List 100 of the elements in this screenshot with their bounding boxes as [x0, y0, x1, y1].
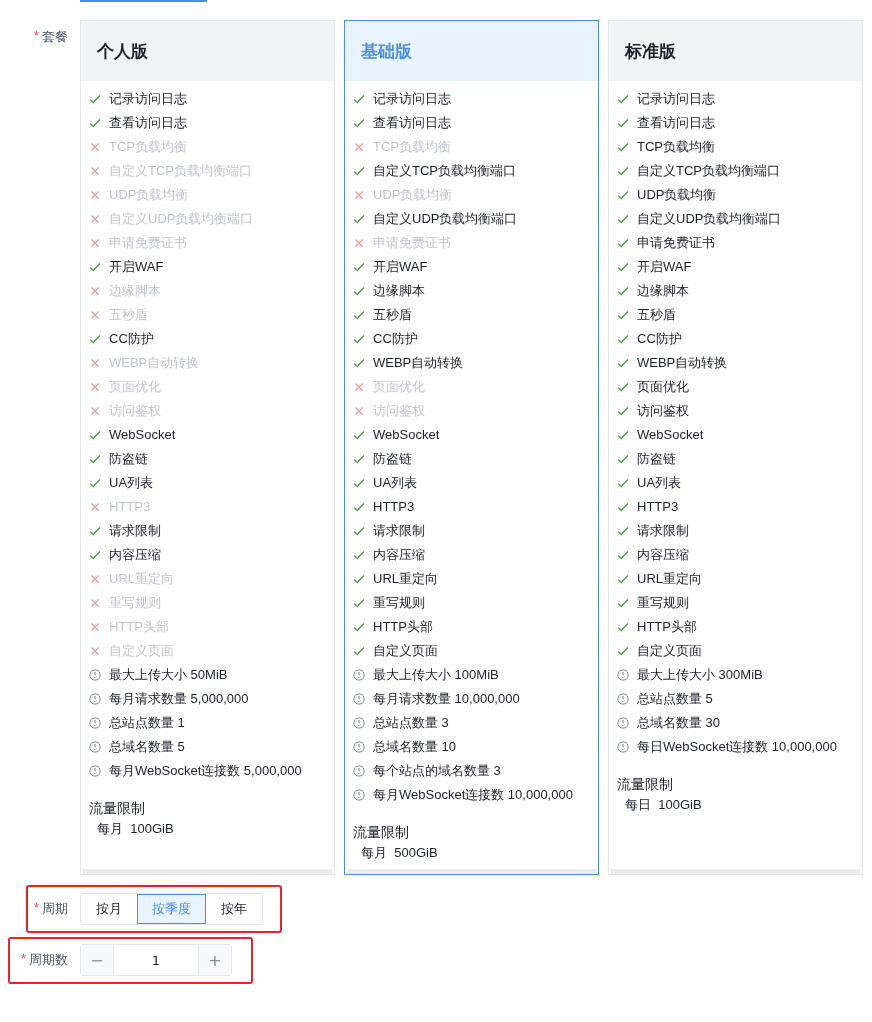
scrollbar[interactable] [347, 869, 596, 874]
feature-label: 自定义TCP负载均衡端口 [637, 162, 780, 180]
feature-label: 自定义TCP负载均衡端口 [373, 162, 516, 180]
feature-label: WEBP自动转换 [637, 354, 728, 372]
limit-label: 总站点数量 3 [373, 714, 449, 732]
feature-label: 内容压缩 [373, 546, 425, 564]
limit-label: 每月WebSocket连接数 5,000,000 [109, 762, 302, 780]
limit-label: 每月WebSocket连接数 10,000,000 [373, 786, 573, 804]
feature-label: WEBP自动转换 [109, 354, 200, 372]
check-icon [353, 453, 365, 465]
feature-label: 内容压缩 [637, 546, 689, 564]
scrollbar[interactable] [611, 869, 860, 874]
cross-icon [89, 597, 101, 609]
info-icon [353, 741, 365, 753]
feature-label: CC防护 [373, 330, 418, 348]
check-icon [353, 117, 365, 129]
required-mark: * [33, 900, 39, 917]
feature-label: UDP负载均衡 [373, 186, 453, 204]
limit-label: 最大上传大小 50MiB [109, 666, 228, 684]
feature-label: 边缘脚本 [373, 282, 425, 300]
check-icon [617, 501, 629, 513]
info-icon [89, 693, 101, 705]
cross-icon [89, 645, 101, 657]
check-icon [617, 549, 629, 561]
feature-label: CC防护 [109, 330, 154, 348]
check-icon [617, 117, 629, 129]
traffic-title: 流量限制 [353, 823, 410, 842]
check-icon [353, 357, 365, 369]
feature-label: HTTP头部 [637, 618, 697, 636]
feature-label: 查看访问日志 [109, 114, 187, 132]
feature-label: UA列表 [109, 474, 154, 492]
check-icon [353, 93, 365, 105]
scrollbar[interactable] [83, 869, 332, 874]
cross-icon [89, 309, 101, 321]
check-icon [617, 213, 629, 225]
limit-label: 每月请求数量 5,000,000 [109, 690, 249, 708]
cross-icon [89, 189, 101, 201]
info-icon [89, 717, 101, 729]
check-icon [353, 597, 365, 609]
check-icon [617, 333, 629, 345]
plan-title: 标准版 [625, 40, 676, 63]
feature-label: WEBP自动转换 [373, 354, 464, 372]
check-icon [617, 165, 629, 177]
feature-label: UA列表 [373, 474, 418, 492]
check-icon [353, 549, 365, 561]
check-icon [353, 261, 365, 273]
check-icon [353, 285, 365, 297]
check-icon [89, 549, 101, 561]
limit-label: 总域名数量 5 [109, 738, 185, 756]
cross-icon [89, 405, 101, 417]
feature-label: TCP负载均衡 [637, 138, 715, 156]
feature-label: 五秒盾 [373, 306, 412, 324]
feature-label: 防盗链 [637, 450, 676, 468]
cross-icon [353, 141, 365, 153]
feature-label: WebSocket [373, 426, 440, 444]
feature-label: 五秒盾 [109, 306, 148, 324]
check-icon [617, 645, 629, 657]
check-icon [353, 477, 365, 489]
limit-label: 总站点数量 5 [637, 690, 713, 708]
plan-title: 基础版 [361, 40, 412, 63]
feature-label: HTTP3 [109, 498, 151, 516]
check-icon [617, 621, 629, 633]
feature-label: 页面优化 [373, 378, 425, 396]
feature-label: 请求限制 [109, 522, 161, 540]
feature-label: 请求限制 [637, 522, 689, 540]
check-icon [617, 381, 629, 393]
limit-label: 总域名数量 10 [373, 738, 457, 756]
feature-label: 开启WAF [373, 258, 428, 276]
limit-label: 每日WebSocket连接数 10,000,000 [637, 738, 837, 756]
feature-label: 页面优化 [109, 378, 161, 396]
check-icon [617, 93, 629, 105]
check-icon [89, 429, 101, 441]
limit-label: 总域名数量 30 [637, 714, 721, 732]
feature-label: TCP负载均衡 [373, 138, 451, 156]
feature-label: URL重定向 [109, 570, 174, 588]
check-icon [353, 501, 365, 513]
check-icon [353, 525, 365, 537]
cross-icon [89, 237, 101, 249]
check-icon [617, 405, 629, 417]
feature-label: UDP负载均衡 [637, 186, 717, 204]
info-icon [89, 741, 101, 753]
check-icon [89, 117, 101, 129]
count-input[interactable]: 1 [113, 945, 199, 975]
plan-card[interactable] [344, 20, 599, 875]
traffic-title: 流量限制 [89, 799, 146, 818]
check-icon [89, 477, 101, 489]
feature-label: 页面优化 [637, 378, 689, 396]
plan-title: 个人版 [97, 40, 148, 63]
check-icon [89, 525, 101, 537]
field-label: 周期数 [29, 951, 68, 969]
check-icon [353, 573, 365, 585]
check-icon [617, 477, 629, 489]
feature-label: TCP负载均衡 [109, 138, 187, 156]
feature-label: 访问鉴权 [109, 402, 161, 420]
feature-label: HTTP3 [637, 498, 679, 516]
feature-label: 请求限制 [373, 522, 425, 540]
traffic-value: 每日 100GiB [624, 796, 703, 814]
check-icon [617, 237, 629, 249]
cross-icon [353, 381, 365, 393]
feature-label: 开启WAF [637, 258, 692, 276]
